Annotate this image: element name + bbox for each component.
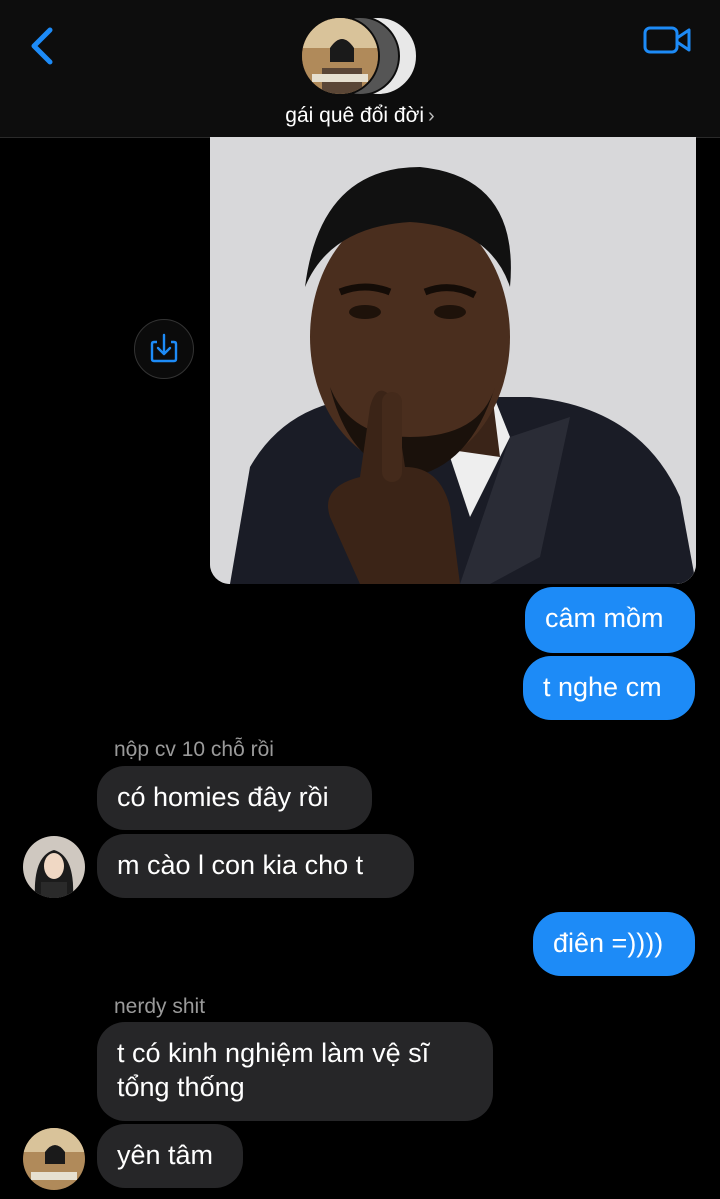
message-bubble-outgoing[interactable]: t nghe cm [523,656,695,720]
avatar[interactable] [23,1128,85,1190]
message-text: t nghe cm [543,672,662,702]
message-bubble-incoming[interactable]: m cào l con kia cho t [97,834,414,898]
group-name-label: gái quê đổi đời [285,104,425,127]
group-avatars[interactable] [300,16,420,96]
video-camera-icon [643,26,691,54]
save-download-icon [150,333,178,363]
message-bubble-incoming[interactable]: có homies đây rồi [97,766,372,830]
avatar[interactable] [23,836,85,898]
chevron-right-icon: › [428,105,435,127]
message-text: tổng thống [117,1072,245,1102]
message-text: yên tâm [117,1140,214,1170]
message-text: t có kinh nghiệm làm vệ sĩ [117,1038,430,1068]
message-text: có homies đây rồi [117,782,329,812]
chat-header: gái quê đổi đời › [0,0,720,138]
sender-name: nerdy shit [114,995,206,1018]
video-call-button[interactable] [640,20,696,60]
group-name-button[interactable]: gái quê đổi đời › [0,104,720,128]
back-button[interactable] [24,22,64,70]
message-bubble-incoming[interactable]: yên tâm [97,1124,243,1188]
avatar [300,16,380,96]
shared-photo[interactable] [210,137,696,584]
chevron-left-icon [31,27,53,65]
message-text: câm mồm [545,603,664,633]
message-bubble-outgoing[interactable]: câm mồm [525,587,695,653]
sender-name: nộp cv 10 chỗ rồi [114,738,274,761]
message-text: điên =)))) [553,928,664,958]
message-text: m cào l con kia cho t [117,850,364,880]
message-bubble-outgoing[interactable]: điên =)))) [533,912,695,976]
save-photo-button[interactable] [134,319,194,379]
message-bubble-incoming[interactable]: t có kinh nghiệm làm vệ sĩ tổng thống [97,1022,493,1121]
